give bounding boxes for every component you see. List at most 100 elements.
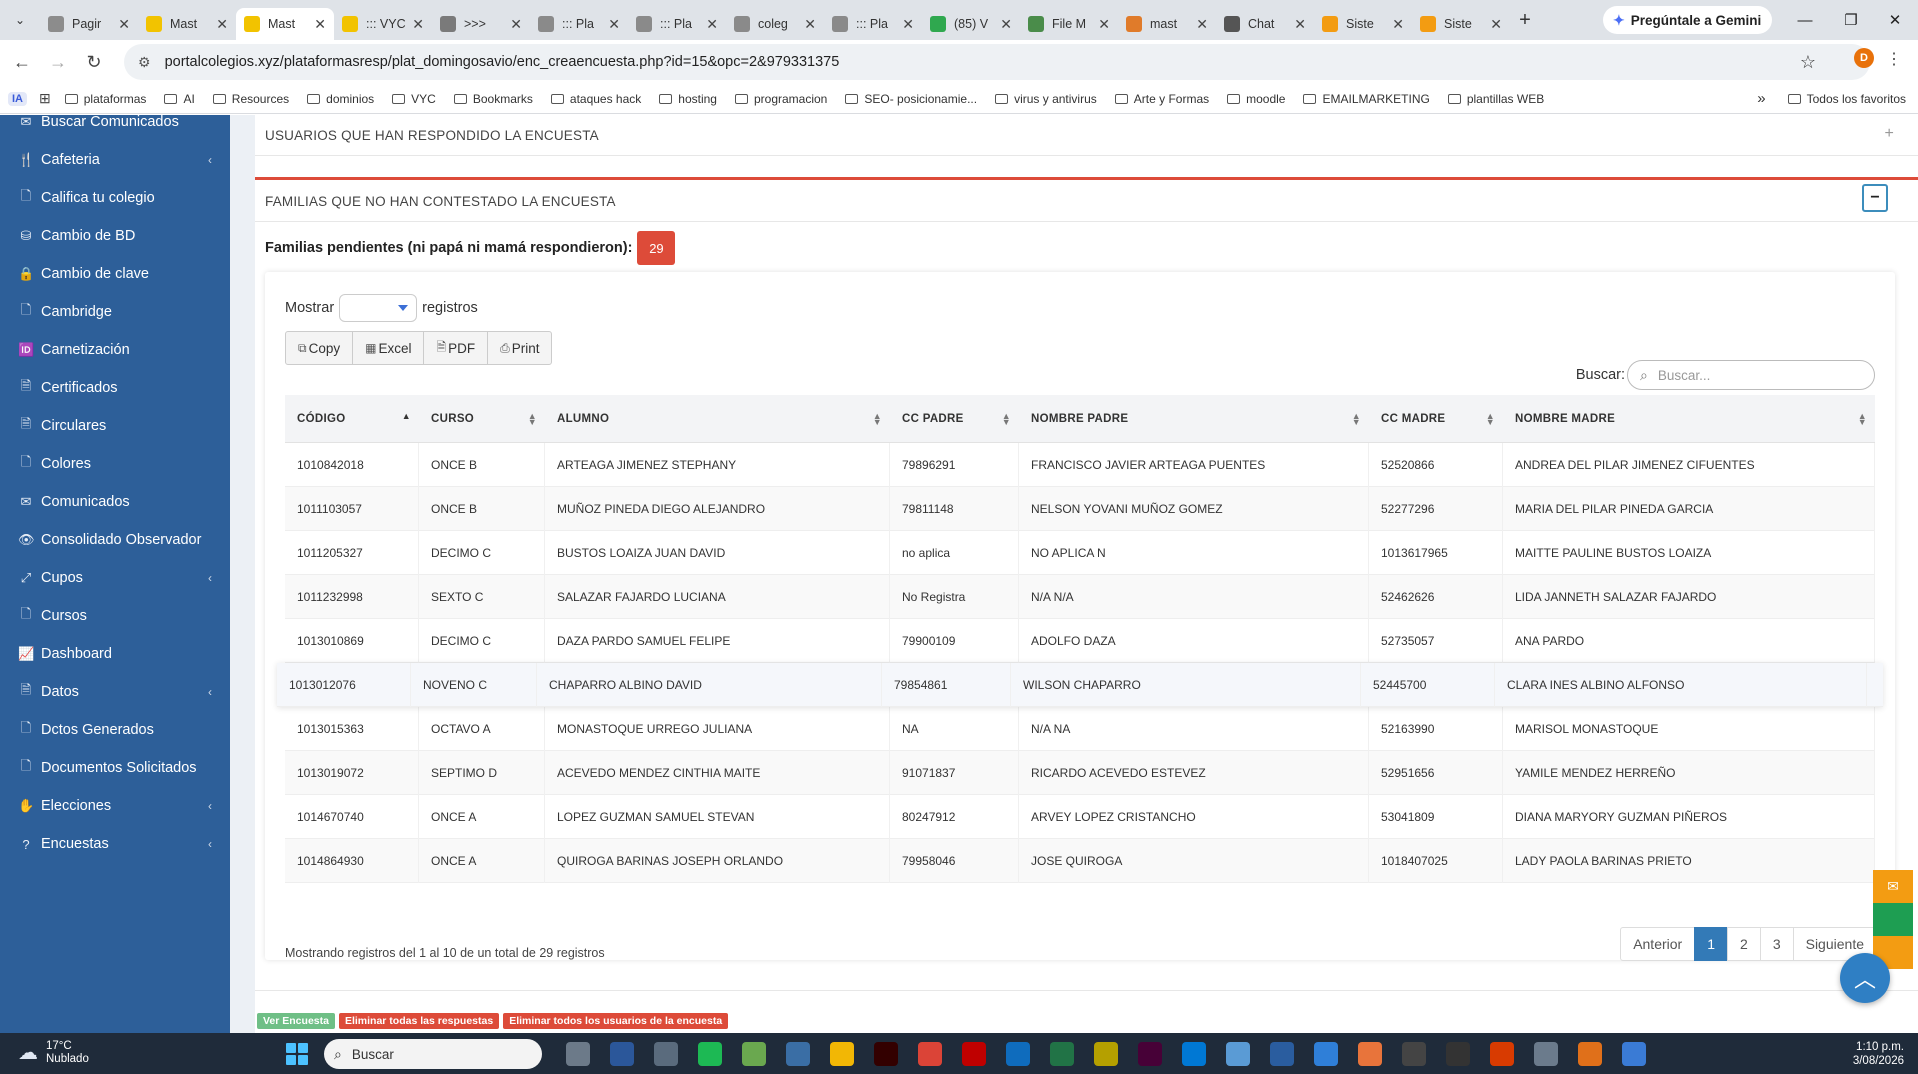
tab-close-icon[interactable]: ✕ xyxy=(118,16,130,33)
bookmark-folder[interactable]: EMAILMARKETING xyxy=(1303,92,1430,106)
browser-tab[interactable]: ::: Pla ✕ xyxy=(530,8,628,40)
minimize-window-button[interactable]: — xyxy=(1780,0,1830,40)
mail-icon[interactable]: ✉ xyxy=(1873,870,1913,903)
table-row[interactable]: 1013015363 OCTAVO A MONASTOQUE URREGO JULI… xyxy=(285,707,1875,751)
taskbar-search[interactable]: ⌕ Buscar xyxy=(324,1039,542,1069)
pagination-button[interactable]: 3 xyxy=(1759,927,1794,961)
bookmark-folder[interactable]: VYC xyxy=(392,92,436,106)
tab-search-chevron-icon[interactable]: ⌄ xyxy=(0,0,40,40)
browser-tab[interactable]: >>> ✕ xyxy=(432,8,530,40)
bookmark-folder[interactable]: Bookmarks xyxy=(453,92,533,106)
print-button[interactable]: ⎙ Print xyxy=(487,331,553,365)
back-button[interactable]: ← xyxy=(4,44,40,80)
sidebar-item[interactable]: 👁 Consolidado Observador xyxy=(0,521,230,559)
profile-avatar[interactable]: D xyxy=(1854,48,1874,68)
bookmark-folder[interactable]: SEO- posicionamie... xyxy=(845,92,977,106)
pagination-button[interactable]: 2 xyxy=(1727,927,1761,961)
column-header[interactable]: CC PADRE ▲ ▼ xyxy=(890,395,1019,443)
browser-tab[interactable]: Pagir ✕ xyxy=(40,8,138,40)
illustrator-icon[interactable] xyxy=(874,1042,898,1066)
camera-icon[interactable] xyxy=(654,1042,678,1066)
tab-close-icon[interactable]: ✕ xyxy=(216,16,228,33)
sidebar-item[interactable]: ✉ Comunicados xyxy=(0,483,230,521)
table-row[interactable]: 1014670740 ONCE A LOPEZ GUZMAN SAMUEL STEV… xyxy=(285,795,1875,839)
system-clock[interactable]: 1:10 p.m. 3/08/2026 xyxy=(1853,1040,1904,1068)
app-icon[interactable] xyxy=(1578,1042,1602,1066)
bookmark-folder[interactable]: plantillas WEB xyxy=(1447,92,1544,106)
notes-icon[interactable] xyxy=(1622,1042,1646,1066)
vpn-icon[interactable] xyxy=(1314,1042,1338,1066)
table-row[interactable]: 1011103057 ONCE B MUÑOZ PINEDA DIEGO ALEJA… xyxy=(285,487,1875,531)
close-window-button[interactable]: ✕ xyxy=(1870,0,1918,40)
sidebar-item[interactable]: 📈 Dashboard xyxy=(0,635,230,673)
tab-close-icon[interactable]: ✕ xyxy=(1294,16,1306,33)
terminal-icon[interactable] xyxy=(1446,1042,1470,1066)
bookmark-folder[interactable]: Arte y Formas xyxy=(1114,92,1209,106)
filezilla-icon[interactable] xyxy=(962,1042,986,1066)
browser-tab[interactable]: Mast ✕ xyxy=(138,8,236,40)
powershell-icon[interactable] xyxy=(1270,1042,1294,1066)
pagination-button[interactable]: Anterior xyxy=(1620,927,1696,961)
view-survey-button[interactable]: Ver Encuesta xyxy=(257,1013,335,1029)
tab-close-icon[interactable]: ✕ xyxy=(1196,16,1208,33)
bookmark-folder[interactable]: dominios xyxy=(307,92,374,106)
windows-start-icon[interactable] xyxy=(286,1043,308,1065)
forward-button[interactable]: → xyxy=(40,44,76,80)
column-header[interactable]: NOMBRE PADRE ▲ ▼ xyxy=(1019,395,1369,443)
browser-tab[interactable]: (85) V ✕ xyxy=(922,8,1020,40)
sidebar-item[interactable]: 🍴 Cafeteria ‹ xyxy=(0,141,230,179)
site-settings-icon[interactable]: ⚙ xyxy=(138,54,151,71)
tab-close-icon[interactable]: ✕ xyxy=(804,16,816,33)
sidebar-item[interactable]: 🗎 Datos ‹ xyxy=(0,673,230,711)
table-row[interactable]: 1013012076 NOVENO C CHAPARRO ALBINO DAVID 7… xyxy=(277,663,1883,707)
dreamweaver-icon[interactable] xyxy=(1138,1042,1162,1066)
bookmark-ia[interactable]: IA xyxy=(8,91,27,106)
url-text[interactable]: portalcolegios.xyz/plataformasresp/plat_… xyxy=(165,54,840,70)
tab-close-icon[interactable]: ✕ xyxy=(902,16,914,33)
bookmark-folder[interactable]: ataques hack xyxy=(550,92,641,106)
bookmark-folder[interactable]: virus y antivirus xyxy=(995,92,1097,106)
file-explorer-icon[interactable] xyxy=(830,1042,854,1066)
vscode-icon[interactable] xyxy=(1182,1042,1206,1066)
browser-tab[interactable]: mast ✕ xyxy=(1118,8,1216,40)
restore-window-button[interactable]: ❐ xyxy=(1826,0,1876,40)
tab-close-icon[interactable]: ✕ xyxy=(608,16,620,33)
sidebar-item[interactable]: ⤢ Cupos ‹ xyxy=(0,559,230,597)
apps-grid-icon[interactable]: ⊞ xyxy=(39,90,51,107)
tab-close-icon[interactable]: ✕ xyxy=(706,16,718,33)
sidebar-item[interactable]: 🆔 Carnetización xyxy=(0,331,230,369)
column-header[interactable]: NOMBRE MADRE ▲ ▼ xyxy=(1503,395,1875,443)
sidebar-item[interactable]: 🗋 Cambridge xyxy=(0,293,230,331)
table-row[interactable]: 1010842018 ONCE B ARTEAGA JIMENEZ STEPHANY… xyxy=(285,443,1875,487)
column-header[interactable]: CURSO ▲ ▼ xyxy=(419,395,545,443)
table-row[interactable]: 1011205327 DECIMO C BUSTOS LOAIZA JUAN DAV… xyxy=(285,531,1875,575)
new-tab-button[interactable]: + xyxy=(1510,9,1540,32)
delete-all-responses-button[interactable]: Eliminar todas las respuestas xyxy=(338,1013,500,1029)
sidebar-item[interactable]: 🗋 Documentos Solicitados xyxy=(0,749,230,787)
office-icon[interactable] xyxy=(1490,1042,1514,1066)
browser-tab[interactable]: ::: VYC ✕ xyxy=(334,8,432,40)
box-icon[interactable] xyxy=(1402,1042,1426,1066)
weather-widget[interactable]: ☁ 17°C Nublado xyxy=(18,1040,89,1066)
fireworks-icon[interactable] xyxy=(1094,1042,1118,1066)
browser-tab[interactable]: Chat ✕ xyxy=(1216,8,1314,40)
table-row[interactable]: 1013019072 SEPTIMO D ACEVEDO MENDEZ CINTHI… xyxy=(285,751,1875,795)
tab-close-icon[interactable]: ✕ xyxy=(314,16,326,33)
bookmark-folder[interactable]: moodle xyxy=(1227,92,1285,106)
browser-tab[interactable]: Mast ✕ xyxy=(236,8,334,40)
browser-tab[interactable]: ::: Pla ✕ xyxy=(628,8,726,40)
gemini-button[interactable]: ✦ Pregúntale a Gemini xyxy=(1603,6,1772,34)
column-header[interactable]: CC MADRE ▲ ▼ xyxy=(1369,395,1503,443)
collapse-minus-button[interactable]: − xyxy=(1862,184,1888,212)
table-row[interactable]: 1014864930 ONCE A QUIROGA BARINAS JOSEPH O… xyxy=(285,839,1875,883)
notepad-icon[interactable] xyxy=(742,1042,766,1066)
outlook-icon[interactable] xyxy=(1006,1042,1030,1066)
delete-all-survey-users-button[interactable]: Eliminar todos los usuarios de la encues… xyxy=(503,1013,729,1029)
sidebar-item[interactable]: ⛁ Cambio de BD xyxy=(0,217,230,255)
whatsapp-icon[interactable] xyxy=(1873,903,1913,936)
excel-button[interactable]: ▦ Excel xyxy=(352,331,425,365)
column-header[interactable]: ALUMNO ▲ ▼ xyxy=(545,395,890,443)
browser-tab[interactable]: Siste ✕ xyxy=(1412,8,1510,40)
bookmark-folder[interactable]: Resources xyxy=(212,92,289,106)
bookmark-folder[interactable]: hosting xyxy=(659,92,717,106)
